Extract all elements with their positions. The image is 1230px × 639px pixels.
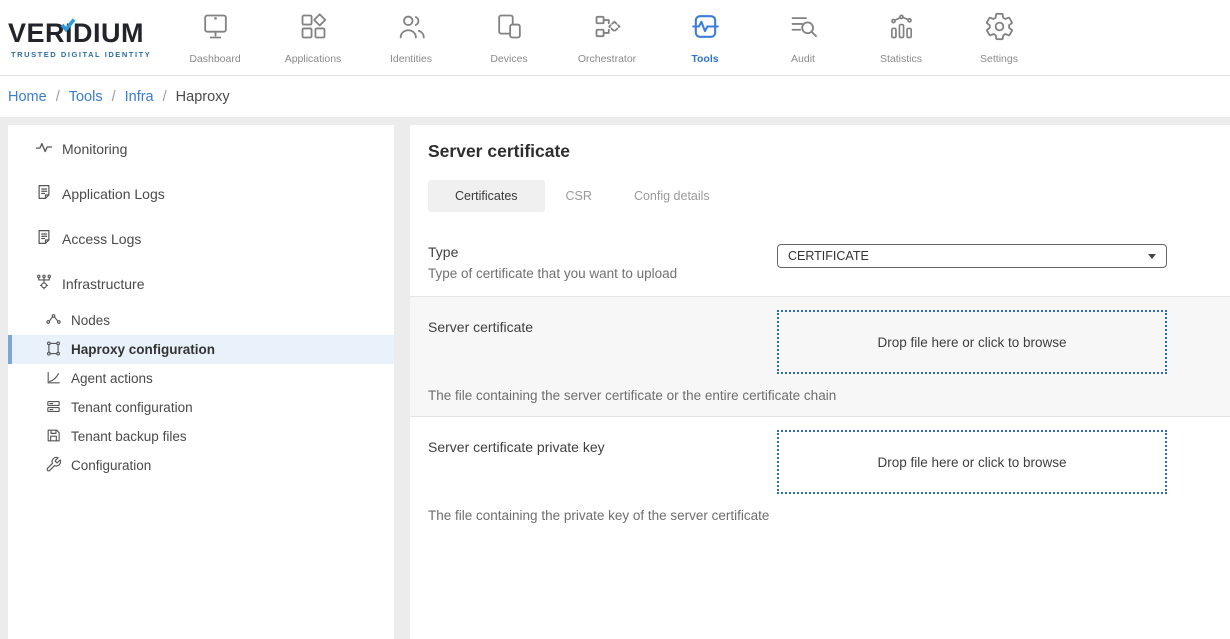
nav-item-identities[interactable]: Identities — [362, 11, 460, 65]
devices-icon — [494, 11, 525, 47]
server-certificate-row: Server certificate Drop file here or cli… — [410, 296, 1230, 417]
nav-item-settings[interactable]: Settings — [950, 11, 1048, 65]
nav-item-label: Tools — [691, 53, 718, 65]
identities-icon — [396, 11, 427, 47]
sidebar-item-label: Nodes — [71, 313, 110, 328]
server-certificate-dropzone[interactable]: Drop file here or click to browse — [777, 310, 1167, 374]
certificate-type-value: CERTIFICATE — [788, 249, 869, 263]
sidebar-item-label: Tenant backup files — [71, 429, 187, 444]
sidebar-item-access-logs[interactable]: Access Logs — [8, 216, 394, 261]
dropzone-text: Drop file here or click to browse — [877, 335, 1066, 350]
private-key-help: The file containing the private key of t… — [428, 508, 1167, 523]
sidebar-item-label: Agent actions — [71, 371, 153, 386]
logo-text-left: VER — [8, 20, 65, 47]
checkmark-icon — [60, 10, 76, 37]
type-row: Type Type of certificate that you want t… — [410, 228, 1230, 296]
haproxy-icon — [45, 340, 62, 360]
sidebar-item-nodes[interactable]: Nodes — [8, 306, 394, 335]
tenant-configuration-icon — [45, 398, 62, 418]
logo-text-right: DIUM — [73, 20, 144, 47]
breadcrumb-separator: / — [56, 89, 60, 105]
breadcrumb-home[interactable]: Home — [8, 89, 47, 105]
tools-icon — [690, 11, 721, 47]
breadcrumb-tools[interactable]: Tools — [69, 89, 103, 105]
tab-config-details[interactable]: Config details — [613, 180, 731, 212]
nav-item-audit[interactable]: Audit — [754, 11, 852, 65]
nav-item-dashboard[interactable]: Dashboard — [166, 11, 264, 65]
orchestrator-icon — [592, 11, 623, 47]
statistics-icon — [886, 11, 917, 47]
sidebar-item-infrastructure[interactable]: Infrastructure — [8, 261, 394, 306]
tab-csr[interactable]: CSR — [545, 180, 613, 212]
infrastructure-icon — [35, 273, 53, 294]
nav-items: Dashboard Applications — [166, 11, 1048, 65]
sidebar-item-label: Haproxy configuration — [71, 342, 215, 357]
settings-icon — [984, 11, 1015, 47]
nodes-icon — [45, 311, 62, 331]
veridium-logo[interactable]: VER I DIUM TRUSTED DIGITAL IDENTITY — [8, 16, 160, 59]
breadcrumb-current: Haproxy — [176, 89, 230, 105]
sidebar-item-label: Configuration — [71, 458, 151, 473]
logo-wordmark: VER I DIUM — [8, 20, 160, 47]
private-key-label: Server certificate private key — [428, 439, 777, 494]
nav-item-orchestrator[interactable]: Orchestrator — [558, 11, 656, 65]
logo-tagline: TRUSTED DIGITAL IDENTITY — [11, 50, 160, 59]
sidebar-item-configuration[interactable]: Configuration — [8, 451, 394, 480]
breadcrumb-separator: / — [163, 89, 167, 105]
top-nav: VER I DIUM TRUSTED DIGITAL IDENTITY Dash… — [0, 0, 1230, 76]
nav-item-label: Dashboard — [189, 53, 240, 65]
nav-item-label: Devices — [490, 53, 527, 65]
nav-item-statistics[interactable]: Statistics — [852, 11, 950, 65]
sidebar-item-label: Access Logs — [62, 231, 141, 247]
sidebar-item-label: Monitoring — [62, 141, 127, 157]
nav-item-label: Orchestrator — [578, 53, 636, 65]
logo-letter-i: I — [65, 20, 73, 47]
nav-item-label: Statistics — [880, 53, 922, 65]
sidebar-item-tenant-configuration[interactable]: Tenant configuration — [8, 393, 394, 422]
type-label: Type — [428, 244, 777, 260]
dashboard-icon — [200, 11, 231, 47]
audit-icon — [788, 11, 819, 47]
certificate-type-select[interactable]: CERTIFICATE — [777, 244, 1167, 268]
sidebar-item-tenant-backup-files[interactable]: Tenant backup files — [8, 422, 394, 451]
nav-item-label: Settings — [980, 53, 1018, 65]
nav-item-devices[interactable]: Devices — [460, 11, 558, 65]
breadcrumb-infra[interactable]: Infra — [125, 89, 154, 105]
monitoring-icon — [35, 138, 53, 159]
server-certificate-help: The file containing the server certifica… — [428, 388, 1167, 403]
private-key-dropzone[interactable]: Drop file here or click to browse — [777, 430, 1167, 494]
server-certificate-label: Server certificate — [428, 319, 777, 374]
private-key-row: Server certificate private key Drop file… — [410, 417, 1230, 536]
sidebar: Monitoring Application Logs Access Logs … — [8, 125, 394, 639]
nav-item-applications[interactable]: Applications — [264, 11, 362, 65]
access-logs-icon — [35, 228, 53, 249]
page-title: Server certificate — [428, 141, 1230, 162]
sidebar-item-label: Infrastructure — [62, 276, 144, 292]
tab-certificates[interactable]: Certificates — [428, 180, 545, 212]
type-help: Type of certificate that you want to upl… — [428, 266, 777, 281]
sidebar-item-application-logs[interactable]: Application Logs — [8, 171, 394, 216]
nav-item-tools[interactable]: Tools — [656, 11, 754, 65]
tenant-backup-icon — [45, 427, 62, 447]
application-logs-icon — [35, 183, 53, 204]
agent-actions-icon — [45, 369, 62, 389]
nav-item-label: Identities — [390, 53, 432, 65]
sidebar-item-label: Application Logs — [62, 186, 165, 202]
breadcrumb: Home / Tools / Infra / Haproxy — [0, 76, 1230, 117]
applications-icon — [298, 11, 329, 47]
chevron-down-icon — [1148, 254, 1156, 259]
sidebar-item-label: Tenant configuration — [71, 400, 193, 415]
sidebar-item-haproxy-configuration[interactable]: Haproxy configuration — [8, 335, 394, 364]
content-area: Monitoring Application Logs Access Logs … — [0, 117, 1230, 639]
sidebar-item-agent-actions[interactable]: Agent actions — [8, 364, 394, 393]
nav-item-label: Applications — [285, 53, 342, 65]
dropzone-text: Drop file here or click to browse — [877, 455, 1066, 470]
main-panel: Server certificate Certificates CSR Conf… — [410, 125, 1230, 639]
breadcrumb-separator: / — [112, 89, 116, 105]
configuration-icon — [45, 456, 62, 476]
type-label-block: Type Type of certificate that you want t… — [428, 244, 777, 281]
tab-bar: Certificates CSR Config details — [428, 180, 1230, 212]
sidebar-item-monitoring[interactable]: Monitoring — [8, 126, 394, 171]
nav-item-label: Audit — [791, 53, 815, 65]
